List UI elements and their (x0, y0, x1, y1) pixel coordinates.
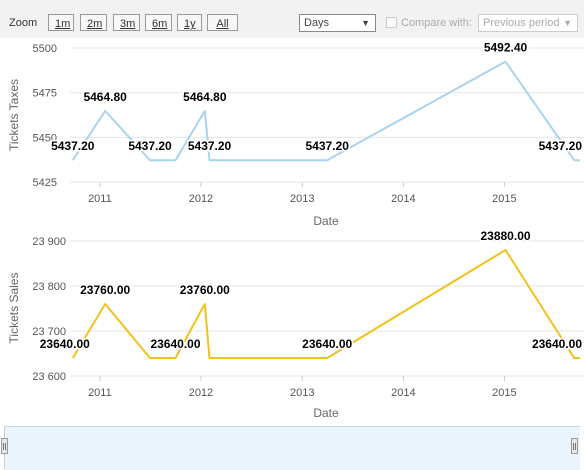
sales-y-tick-label: 23 800 (32, 281, 66, 293)
navigator-right-handle[interactable] (571, 438, 578, 454)
charts-area: 54255450547555002011 2012 2013 2014 2015Tick… (7, 39, 584, 420)
taxes-data-label: 5437.20 (128, 139, 172, 153)
taxes-data-label: 5437.20 (539, 139, 583, 153)
taxes-y-tick-label: 5500 (33, 43, 57, 55)
sales-x-tick-label: 2012 (189, 387, 213, 399)
taxes-x-tick-label: 2014 (391, 193, 415, 205)
sales-data-label: 23640.00 (302, 337, 352, 351)
navigator-range[interactable] (4, 426, 580, 470)
sales-data-label: 23760.00 (180, 283, 230, 297)
navigator-left-handle[interactable] (1, 438, 8, 454)
sales-data-label: 23640.00 (40, 337, 90, 351)
sales-x-tick-label: 2015 (492, 387, 516, 399)
sales-x-tick-label: 2011 (88, 387, 112, 399)
taxes-x-tick-label: 2012 (189, 193, 213, 205)
taxes-data-label: 5437.20 (51, 139, 95, 153)
taxes-data-label: 5437.20 (188, 139, 232, 153)
taxes-y-tick-label: 5425 (33, 177, 57, 189)
taxes-data-label: 5437.20 (306, 139, 350, 153)
sales-data-label: 23640.00 (532, 337, 582, 351)
taxes-x-axis-title: Date (313, 214, 339, 228)
sales-chart: 23 60023 70023 80023 9002011 2012 2013 2014… (7, 228, 584, 420)
sales-data-label: 23880.00 (480, 229, 530, 243)
sales-y-tick-label: 23 900 (32, 236, 66, 248)
taxes-data-label: 5464.80 (83, 90, 127, 104)
taxes-y-axis-title: Tickets Taxes (7, 79, 21, 151)
sales-data-label: 23760.00 (80, 283, 130, 297)
taxes-chart: 54255450547555002011 2012 2013 2014 2015Tick… (7, 39, 584, 228)
sales-x-axis-title: Date (313, 406, 339, 420)
sales-x-tick-label: 2014 (391, 387, 415, 399)
taxes-x-tick-label: 2015 (492, 193, 516, 205)
taxes-data-label: 5464.80 (183, 90, 227, 104)
taxes-data-label: 5492.40 (484, 41, 528, 55)
taxes-x-tick-label: 2013 (290, 193, 314, 205)
taxes-y-tick-label: 5475 (33, 88, 57, 100)
sales-y-axis-title: Tickets Sales (7, 273, 21, 344)
sales-x-tick-label: 2013 (290, 387, 314, 399)
taxes-x-tick-label: 2011 (88, 193, 112, 205)
sales-data-label: 23640.00 (150, 337, 200, 351)
sales-y-tick-label: 23 600 (32, 371, 66, 383)
